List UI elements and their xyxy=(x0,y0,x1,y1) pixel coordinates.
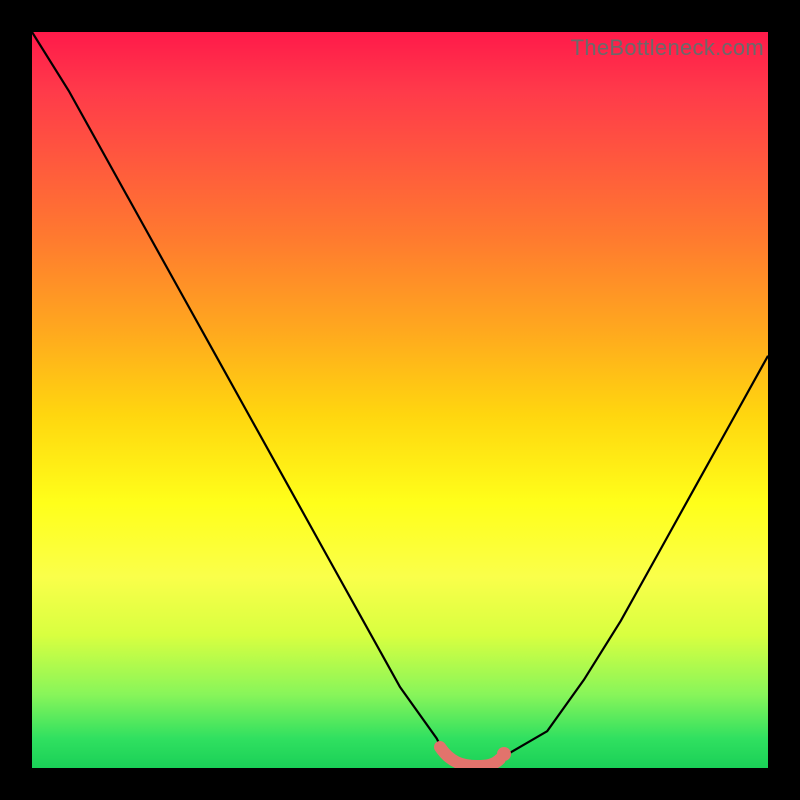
bottleneck-curve-line xyxy=(32,32,768,767)
curve-svg xyxy=(32,32,768,768)
chart-frame: TheBottleneck.com xyxy=(0,0,800,800)
optimum-range-marker xyxy=(440,747,500,766)
optimum-end-dot xyxy=(497,747,511,761)
gradient-plot-area: TheBottleneck.com xyxy=(32,32,768,768)
